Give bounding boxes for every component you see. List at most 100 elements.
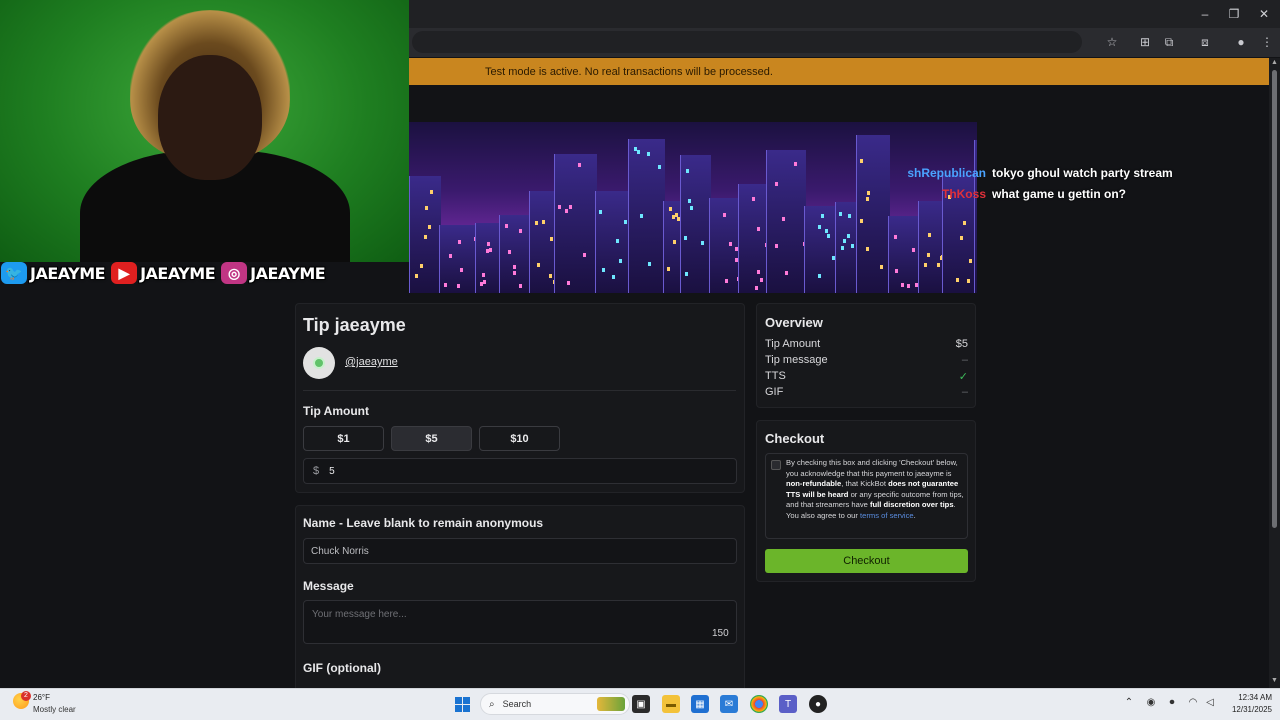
chat-text: what game u gettin on? bbox=[992, 186, 1126, 201]
overview-label: TTS bbox=[765, 370, 786, 382]
weather-temperature[interactable]: 26°F bbox=[33, 693, 50, 702]
store-icon[interactable]: ▦ bbox=[691, 695, 709, 713]
file-explorer-icon[interactable]: ▬ bbox=[662, 695, 680, 713]
volume-icon[interactable]: ◁ bbox=[1202, 697, 1218, 708]
avatar-icon bbox=[313, 357, 325, 369]
chat-username: shRepublican bbox=[908, 165, 986, 180]
overview-value: $5 bbox=[955, 338, 968, 350]
chat-text: tokyo ghoul watch party stream bbox=[992, 165, 1173, 180]
overview-label: GIF bbox=[765, 386, 784, 398]
outlook-icon[interactable]: ✉ bbox=[720, 695, 738, 713]
youtube-icon: ▶ bbox=[111, 262, 138, 284]
name-input[interactable]: Chuck Norris bbox=[303, 538, 737, 564]
scroll-down-arrow-icon[interactable]: ▼ bbox=[1270, 677, 1279, 686]
twitter-icon: 🐦 bbox=[1, 262, 27, 284]
checkout-title: Checkout bbox=[765, 431, 825, 446]
scroll-up-arrow-icon[interactable]: ▲ bbox=[1270, 59, 1279, 68]
chat-username: ThKoss bbox=[941, 186, 986, 201]
tray-chevron-icon[interactable]: ⌃ bbox=[1121, 697, 1137, 708]
close-button[interactable]: ✕ bbox=[1249, 4, 1279, 24]
message-label: Message bbox=[303, 579, 354, 593]
consent-text-part: , that KickBot bbox=[841, 479, 889, 489]
weather-badge: 2 bbox=[21, 691, 31, 701]
city-building bbox=[804, 206, 837, 293]
overview-row: Tip Amount $5 bbox=[765, 338, 968, 350]
currency-symbol: $ bbox=[313, 465, 320, 477]
check-icon: ✓ bbox=[958, 371, 968, 383]
city-building bbox=[409, 176, 441, 293]
overview-value: – bbox=[961, 354, 968, 366]
minimize-button[interactable]: – bbox=[1190, 4, 1220, 24]
wifi-icon[interactable]: ◠ bbox=[1185, 697, 1201, 708]
divider bbox=[303, 390, 736, 391]
consent-text: By checking this box and clicking 'Check… bbox=[786, 458, 964, 522]
terms-of-service-link[interactable]: terms of service bbox=[860, 511, 914, 520]
city-building bbox=[595, 191, 630, 293]
search-highlight-icon bbox=[597, 697, 625, 711]
task-view-icon[interactable]: ▣ bbox=[632, 695, 650, 713]
scrollbar-thumb[interactable] bbox=[1272, 70, 1277, 528]
city-building bbox=[856, 135, 890, 293]
taskbar-search-label: Search bbox=[502, 699, 532, 709]
tip-5-button[interactable]: $5 bbox=[391, 426, 472, 451]
chat-message: ThKoss what game u gettin on? bbox=[908, 183, 1268, 204]
overview-label: Tip Amount bbox=[765, 338, 821, 350]
instagram-handle: JAEAYME bbox=[250, 263, 326, 283]
amount-value: 5 bbox=[329, 465, 335, 477]
consent-text-bold: non-refundable bbox=[786, 479, 842, 489]
tip-10-button[interactable]: $10 bbox=[479, 426, 560, 451]
tip-1-button[interactable]: $1 bbox=[303, 426, 384, 451]
overview-row: TTS ✓ bbox=[765, 370, 968, 383]
profile-banner-image bbox=[409, 122, 977, 293]
city-building bbox=[628, 139, 665, 293]
name-label: Name - Leave blank to remain anonymous bbox=[303, 516, 544, 530]
app-icon[interactable]: ● bbox=[809, 695, 827, 713]
bookmark-star-icon[interactable]: ☆ bbox=[1103, 33, 1121, 51]
search-icon: ⌕ bbox=[489, 698, 495, 710]
clock-date[interactable]: 12/31/2025 bbox=[1224, 705, 1272, 714]
city-building bbox=[680, 155, 711, 293]
extension-icon[interactable]: ⊞ bbox=[1136, 33, 1154, 51]
kebab-menu-icon[interactable]: ⋮ bbox=[1258, 33, 1276, 51]
chat-message: shRepublican tokyo ghoul watch party str… bbox=[908, 162, 1268, 183]
avatar[interactable] bbox=[303, 347, 335, 379]
webcam-overlay bbox=[0, 0, 409, 262]
weather-description[interactable]: Mostly clear bbox=[33, 705, 76, 714]
message-char-count: 150 bbox=[712, 628, 729, 639]
overview-row: Tip message – bbox=[765, 354, 968, 366]
microphone-icon[interactable]: ⏺ bbox=[1164, 697, 1180, 708]
social-handles-bar: 🐦 JAEAYME ▶ JAEAYME ◎ JAEAYME bbox=[0, 262, 409, 284]
cast-icon[interactable]: ⧈ bbox=[1196, 33, 1214, 51]
custom-amount-input[interactable]: $ 5 bbox=[303, 458, 737, 484]
twitter-handle: JAEAYME bbox=[30, 263, 106, 283]
city-building bbox=[499, 215, 531, 293]
restore-button[interactable]: ❐ bbox=[1219, 4, 1249, 24]
city-building bbox=[554, 154, 597, 293]
address-bar[interactable] bbox=[412, 31, 1082, 53]
taskbar-search[interactable]: ⌕ Search bbox=[480, 693, 630, 715]
page-title: Tip jaeayme bbox=[303, 315, 406, 335]
city-building bbox=[709, 198, 740, 293]
city-building bbox=[475, 223, 501, 293]
teams-icon[interactable]: T bbox=[779, 695, 797, 713]
city-building bbox=[835, 202, 858, 293]
instagram-icon: ◎ bbox=[221, 262, 248, 284]
chrome-icon[interactable] bbox=[750, 695, 768, 713]
tray-app-icon[interactable]: ◉ bbox=[1143, 697, 1159, 708]
message-textarea[interactable]: Your message here... bbox=[303, 600, 737, 644]
consent-text-part: By checking this box and clicking 'Check… bbox=[786, 458, 958, 478]
puzzle-icon[interactable]: ⧉ bbox=[1160, 33, 1178, 51]
city-building bbox=[529, 191, 556, 293]
checkout-button[interactable]: Checkout bbox=[765, 549, 968, 573]
city-building bbox=[918, 201, 944, 293]
streamer-handle-link[interactable]: @jaeayme bbox=[345, 356, 398, 368]
stream-chat-overlay: shRepublican tokyo ghoul watch party str… bbox=[908, 162, 1268, 206]
profile-icon[interactable]: ● bbox=[1232, 33, 1250, 51]
city-building bbox=[888, 216, 920, 293]
test-mode-text: Test mode is active. No real transaction… bbox=[485, 65, 773, 78]
youtube-handle: JAEAYME bbox=[140, 263, 216, 283]
city-building bbox=[766, 150, 806, 293]
windows-start-icon[interactable] bbox=[455, 697, 470, 712]
consent-checkbox[interactable] bbox=[771, 460, 781, 470]
clock-time[interactable]: 12:34 AM bbox=[1224, 693, 1272, 702]
